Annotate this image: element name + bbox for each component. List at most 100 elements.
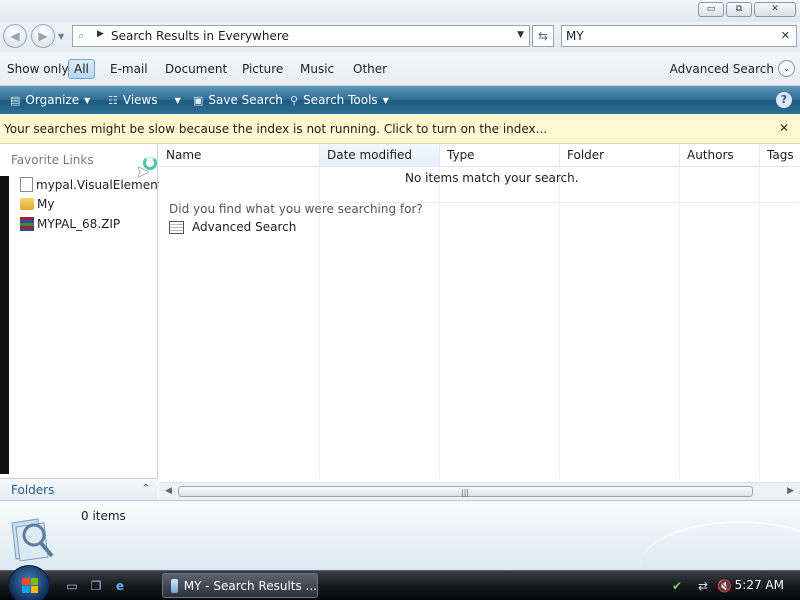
list-item-label: My [37,197,55,211]
show-only-label: Show only: [7,62,72,76]
organize-icon: ▤ [10,93,21,107]
chevron-down-icon[interactable]: ▼ [175,96,181,105]
save-search-button[interactable]: ▣ Save Search [193,93,283,107]
forward-button[interactable]: ▶ [31,24,55,48]
column-header-tags[interactable]: Tags [760,144,800,167]
taskbar-button-search-results[interactable]: MY - Search Results ... [162,573,318,598]
search-window-icon [171,578,178,593]
divider [319,202,799,203]
column-divider [679,167,680,479]
maximize-button[interactable]: ⧉ [726,2,752,17]
switch-windows-icon[interactable]: ❐ [88,578,104,594]
advanced-search-icon [169,220,184,234]
window-controls: ▭ ⧉ ✕ [698,2,796,17]
filter-picture[interactable]: Picture [242,62,283,76]
save-icon: ▣ [193,93,204,107]
list-item[interactable]: MYPAL_68.ZIP [20,217,120,231]
column-header-type[interactable]: Type [440,144,560,167]
favorite-links-heading: Favorite Links [11,153,94,167]
back-button[interactable]: ◀ [3,24,27,48]
column-header-date-modified[interactable]: Date modified [320,144,440,167]
advanced-search-link-label: Advanced Search [192,220,297,234]
list-item-label: MYPAL_68.ZIP [37,217,121,231]
filter-music[interactable]: Music [300,62,334,76]
start-button[interactable] [8,565,50,600]
empty-message: No items match your search. [405,171,579,185]
show-only-bar: Show only: All E-mail Document Picture M… [0,52,800,86]
folder-icon [20,198,34,210]
column-divider [439,167,440,479]
refresh-button[interactable]: ⇆ [532,25,554,47]
search-prompt: Did you find what you were searching for… [169,202,423,216]
column-header-folder[interactable]: Folder [560,144,680,167]
search-tools-button[interactable]: ⚲ Search Tools ▼ [290,93,389,107]
chevron-down-icon[interactable]: ⌄ [778,60,795,77]
scrollbar-grip-icon: ||| [461,488,470,497]
breadcrumb-search-results[interactable]: Search Results in Everywhere [111,29,289,43]
folders-label: Folders [11,483,55,497]
search-tools-label: Search Tools [303,93,378,107]
filter-email[interactable]: E-mail [110,62,148,76]
scroll-left-icon[interactable]: ◀ [165,486,172,496]
system-tray: ✔ ⇄ 🔇 5:27 AM [660,571,800,600]
taskbar-button-label: MY - Search Results ... [183,578,317,593]
volume-muted-icon[interactable]: 🔇 [717,579,732,593]
list-item[interactable]: My [20,197,54,211]
views-label: Views [122,93,158,107]
clear-search-icon[interactable]: ✕ [781,29,790,42]
chevron-up-icon[interactable]: ⌃ [142,483,150,494]
address-row: ◀ ▶ ▼ ⌕ ▶ Search Results in Everywhere ▼… [0,22,800,52]
recent-pages-dropdown[interactable]: ▼ [58,32,64,41]
info-bar-message[interactable]: Your searches might be slow because the … [4,122,547,136]
network-icon[interactable]: ⇄ [698,579,708,593]
internet-explorer-icon[interactable]: e [112,578,128,594]
help-icon[interactable]: ? [776,92,792,108]
details-pane: 0 items [0,500,800,570]
advanced-search-link[interactable]: Advanced Search [169,220,296,234]
address-bar[interactable]: ⌕ ▶ Search Results in Everywhere ▼ [72,25,530,47]
command-bar: ▤ Organize ▼ ☷ Views ▼ ▣ Save Search ⚲ S… [0,86,800,114]
organize-button[interactable]: ▤ Organize ▼ [10,93,90,107]
address-dropdown-button[interactable]: ▼ [517,30,524,40]
search-input[interactable] [566,28,766,44]
file-list: Name Date modified Type Folder Authors T… [159,144,800,482]
views-icon: ☷ [108,93,118,107]
item-count: 0 items [81,509,126,523]
minimize-button[interactable]: ▭ [698,2,724,17]
busy-spinner-icon [143,156,157,170]
breadcrumb-arrow-icon[interactable]: ▶ [97,29,104,39]
list-item-label: mypal.VisualElementsI [36,177,173,192]
chevron-down-icon: ▼ [84,95,91,105]
close-window-button[interactable]: ✕ [754,2,796,17]
column-headers: Name Date modified Type Folder Authors T… [159,144,800,167]
column-header-name[interactable]: Name [159,144,320,167]
column-divider [759,167,760,479]
column-divider [559,167,560,479]
security-check-icon[interactable]: ✔ [672,579,682,593]
title-bar: ▭ ⧉ ✕ [0,0,800,22]
scrollbar-thumb[interactable]: ||| [178,486,753,497]
scroll-right-icon[interactable]: ▶ [787,486,794,496]
navigation-pane: Favorite Links mypal.VisualElementsI My … [0,144,172,478]
search-folder-large-icon [11,518,54,561]
filter-other[interactable]: Other [353,62,387,76]
magnifier-icon: ⚲ [290,93,299,107]
clock[interactable]: 5:27 AM [735,578,784,592]
close-icon[interactable]: ✕ [779,121,789,135]
views-button[interactable]: ☷ Views ▼ [108,93,181,107]
filter-all[interactable]: All [68,59,95,79]
show-desktop-icon[interactable]: ▭ [64,578,80,594]
windows-logo-icon [22,578,38,593]
advanced-search-toggle[interactable]: Advanced Search [670,62,774,76]
decorative-swoosh [640,521,800,570]
index-info-bar[interactable]: Your searches might be slow because the … [0,114,800,144]
horizontal-scrollbar[interactable]: ◀ ||| ▶ [159,482,800,500]
folders-toggle[interactable]: Folders ⌃ [0,478,158,500]
filter-document[interactable]: Document [165,62,227,76]
chevron-down-icon: ▼ [382,95,389,105]
taskbar: ▭ ❐ e MY - Search Results ... ✔ ⇄ 🔇 5:27… [0,565,800,600]
pane-edge [0,176,9,474]
column-header-authors[interactable]: Authors [680,144,760,167]
zip-archive-icon [20,217,34,231]
search-box[interactable]: ✕ [561,25,797,47]
